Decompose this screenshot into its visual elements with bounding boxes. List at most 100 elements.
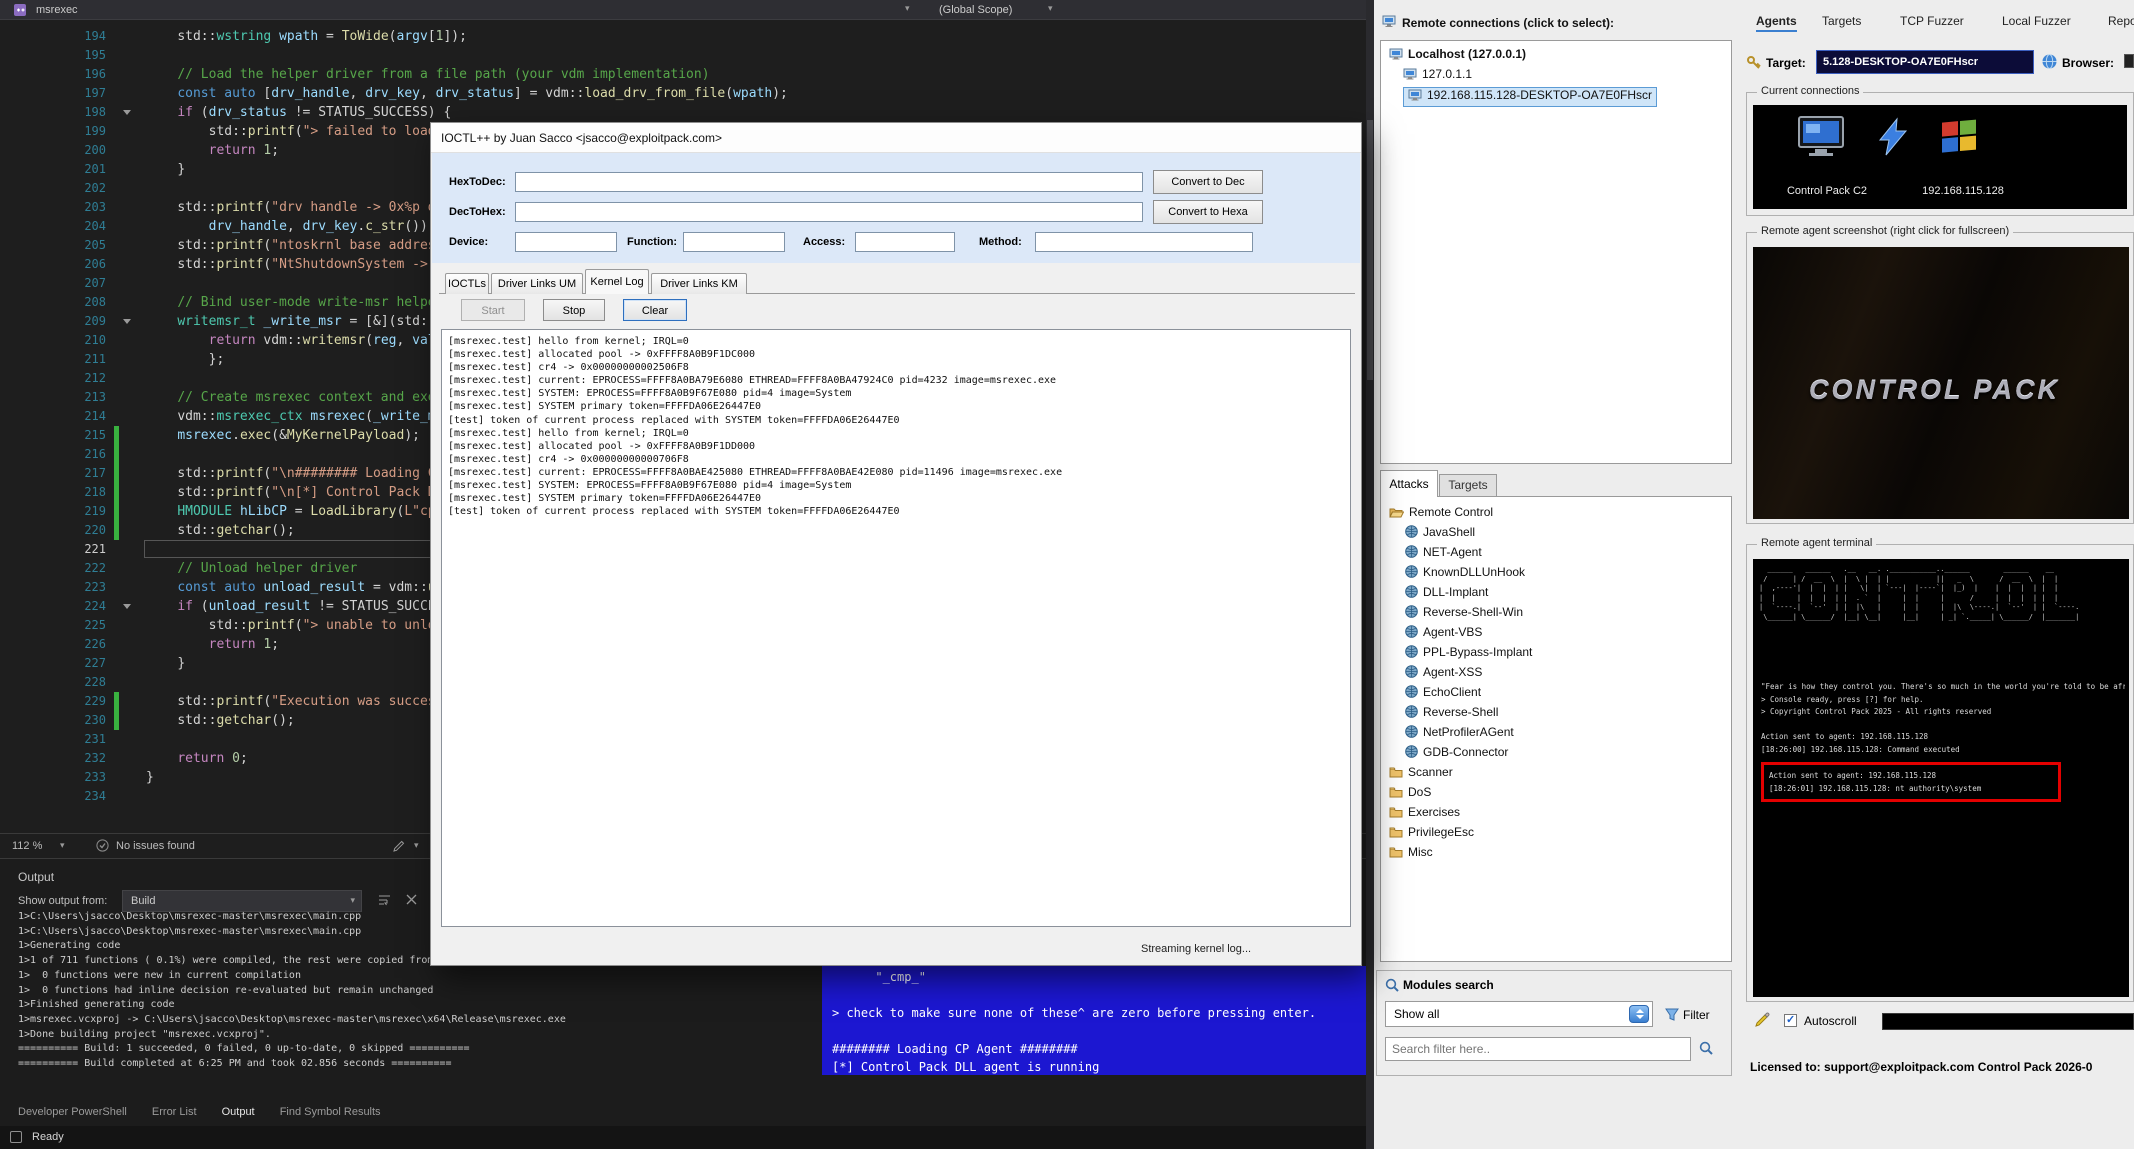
dectohex-input[interactable] [515, 202, 1143, 222]
scope-dropdown-project[interactable]: msrexec [36, 4, 78, 16]
tab-driver-links-km[interactable]: Driver Links KM [651, 273, 747, 294]
fold-chevron-icon[interactable] [123, 110, 131, 115]
method-label: Method: [979, 236, 1022, 248]
start-button[interactable]: Start [461, 299, 525, 321]
convert-to-hexa-button[interactable]: Convert to Hexa [1153, 200, 1263, 224]
code-line[interactable]: 196 // Load the helper driver from a fil… [0, 65, 1366, 84]
tab-driver-links-um[interactable]: Driver Links UM [491, 273, 583, 294]
attack-module[interactable]: GDB-Connector [1405, 745, 1508, 765]
spinner-stepper[interactable] [1629, 1005, 1649, 1023]
hextodec-input[interactable] [515, 172, 1143, 192]
search-icon[interactable] [1699, 1041, 1713, 1060]
attack-module[interactable]: Agent-XSS [1405, 665, 1482, 685]
search-filter-input[interactable] [1385, 1037, 1691, 1061]
fold-chevron-icon[interactable] [123, 604, 131, 609]
tab-tcp-fuzzer[interactable]: TCP Fuzzer [1900, 14, 1964, 28]
agent-console-window[interactable]: "_cmp_"> check to make sure none of thes… [822, 966, 1366, 1075]
attack-category[interactable]: Scanner [1389, 765, 1453, 785]
attack-module[interactable]: Reverse-Shell [1405, 705, 1498, 725]
scope-dropdown-global[interactable]: (Global Scope) [939, 4, 1012, 16]
attack-module[interactable]: EchoClient [1405, 685, 1481, 705]
terminal-command-field[interactable] [1882, 1013, 2134, 1030]
function-input[interactable] [683, 232, 785, 252]
tab-agents[interactable]: Agents [1756, 14, 1797, 32]
attack-module[interactable]: Agent-VBS [1405, 625, 1482, 645]
ioctl-title-bar[interactable]: IOCTL++ by Juan Sacco <jsacco@exploitpac… [431, 123, 1361, 153]
access-input[interactable] [855, 232, 955, 252]
clear-all-icon[interactable] [405, 893, 418, 911]
tab-output[interactable]: Output [222, 1106, 255, 1118]
chevron-down-icon[interactable]: ▾ [905, 3, 910, 14]
line-number: 221 [0, 540, 106, 559]
attack-module[interactable]: PPL-Bypass-Implant [1405, 645, 1532, 665]
scrollbar-thumb[interactable] [1367, 120, 1373, 380]
convert-to-dec-button[interactable]: Convert to Dec [1153, 170, 1263, 194]
c2-computer-icon[interactable] [1797, 115, 1845, 162]
connection-tree-item[interactable]: Localhost (127.0.0.1) [1389, 47, 1526, 67]
globe-icon [1405, 647, 1418, 661]
attack-category[interactable]: PrivilegeEsc [1389, 825, 1474, 845]
editor-vertical-scrollbar[interactable] [1366, 0, 1374, 1149]
chevron-down-icon[interactable]: ▾ [1048, 3, 1053, 14]
tab-targets[interactable]: Targets [1439, 474, 1497, 497]
attack-module[interactable]: KnownDLLUnHook [1405, 565, 1525, 585]
line-number: 234 [0, 787, 106, 806]
output-line: 1>msrexec.vcxproj -> C:\Users\jsacco\Des… [18, 1013, 566, 1028]
attack-module[interactable]: JavaShell [1405, 525, 1475, 545]
code-line[interactable]: 194 std::wstring wpath = ToWide(argv[1])… [0, 27, 1366, 46]
attack-category[interactable]: Remote Control [1389, 505, 1493, 525]
code-line[interactable]: 197 const auto [drv_handle, drv_key, drv… [0, 84, 1366, 103]
filter-label[interactable]: Filter [1683, 1008, 1710, 1022]
attack-category[interactable]: Exercises [1389, 805, 1460, 825]
chevron-down-icon[interactable]: ▾ [414, 840, 419, 851]
tab-kernel-log[interactable]: Kernel Log [585, 269, 649, 294]
tab-local-fuzzer[interactable]: Local Fuzzer [2002, 14, 2071, 28]
show-all-dropdown[interactable]: Show all [1385, 1001, 1653, 1027]
bottom-panel-tabs: Developer PowerShell Error List Output F… [0, 1100, 1366, 1126]
tab-find-symbol-results[interactable]: Find Symbol Results [280, 1106, 381, 1118]
tab-attacks[interactable]: Attacks [1380, 470, 1438, 497]
code-line[interactable]: 198 if (drv_status != STATUS_SUCCESS) { [0, 103, 1366, 122]
attack-module[interactable]: Reverse-Shell-Win [1405, 605, 1523, 625]
windows-agent-icon[interactable] [1937, 113, 1981, 162]
remote-agent-screenshot[interactable]: CONTROL PACK [1753, 247, 2129, 519]
browser-checkbox[interactable] [2124, 54, 2134, 68]
connection-tree-item[interactable]: 192.168.115.128-DESKTOP-OA7E0FHscr [1403, 87, 1657, 107]
attacks-tree[interactable]: Remote ControlJavaShellNET-AgentKnownDLL… [1380, 496, 1732, 962]
output-source-dropdown[interactable]: Build ▾ [122, 890, 362, 912]
word-wrap-icon[interactable] [378, 893, 391, 911]
tab-developer-powershell[interactable]: Developer PowerShell [18, 1106, 127, 1118]
device-input[interactable] [515, 232, 617, 252]
attack-category[interactable]: DoS [1389, 785, 1431, 805]
ioctl-window[interactable]: IOCTL++ by Juan Sacco <jsacco@exploitpac… [430, 122, 1362, 966]
clear-button[interactable]: Clear [623, 299, 687, 321]
issues-status[interactable]: No issues found [116, 840, 195, 852]
brush-icon[interactable] [1754, 1012, 1770, 1033]
ioctl-tab-strip: IOCTLs Driver Links UM Kernel Log Driver… [439, 269, 1355, 294]
chevron-down-icon[interactable]: ▾ [60, 840, 65, 851]
tab-ioctls[interactable]: IOCTLs [445, 273, 489, 294]
autoscroll-checkbox[interactable] [1784, 1014, 1797, 1027]
stop-button[interactable]: Stop [543, 299, 605, 321]
globe-icon [1405, 727, 1418, 741]
connection-tree-item[interactable]: 127.0.1.1 [1403, 67, 1472, 87]
line-number: 206 [0, 255, 106, 274]
tab-error-list[interactable]: Error List [152, 1106, 197, 1118]
remote-connections-tree[interactable]: Localhost (127.0.0.1)127.0.1.1192.168.11… [1380, 40, 1732, 464]
fold-chevron-icon[interactable] [123, 319, 131, 324]
tab-reports[interactable]: Reports [2108, 14, 2134, 28]
zoom-level[interactable]: 112 % [12, 840, 42, 852]
method-input[interactable] [1035, 232, 1253, 252]
target-input[interactable]: 5.128-DESKTOP-OA7E0FHscr [1816, 50, 2034, 74]
pencil-icon[interactable] [392, 839, 406, 856]
attack-module[interactable]: NET-Agent [1405, 545, 1482, 565]
attack-category[interactable]: Misc [1389, 845, 1433, 865]
remote-agent-terminal[interactable]: ______ ______ .__ __. .___________..____… [1753, 559, 2129, 997]
kernel-log-list[interactable]: [msrexec.test] hello from kernel; IRQL=0… [441, 329, 1351, 927]
attack-module[interactable]: DLL-Implant [1405, 585, 1488, 605]
attack-module[interactable]: NetProfilerAGent [1405, 725, 1514, 745]
output-line: 1> 0 functions had inline decision re-ev… [18, 984, 566, 999]
tab-targets[interactable]: Targets [1822, 14, 1861, 28]
code-line[interactable]: 195 [0, 46, 1366, 65]
health-check-icon[interactable] [96, 839, 109, 855]
